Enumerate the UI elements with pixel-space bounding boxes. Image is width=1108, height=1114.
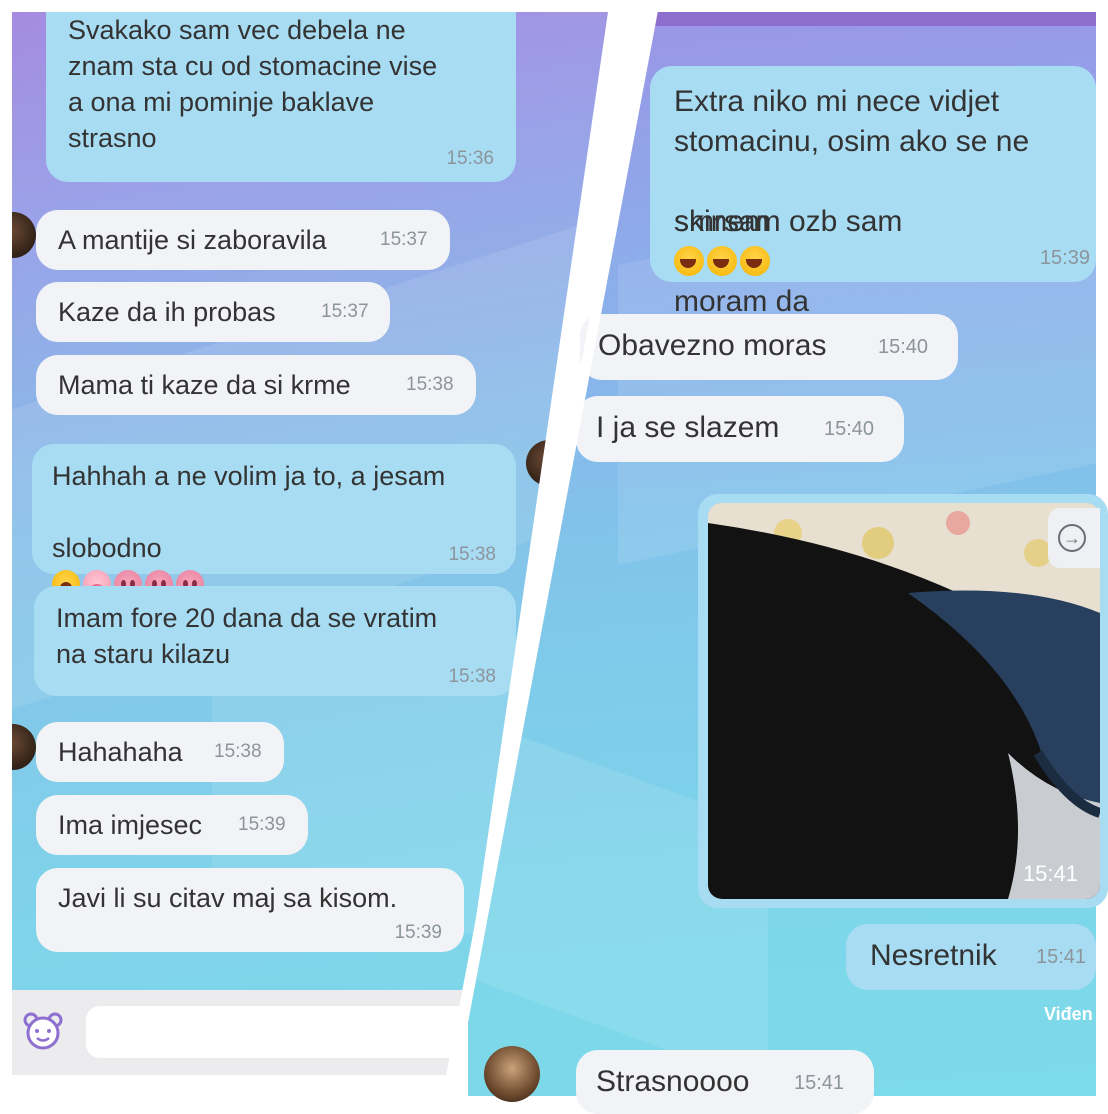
collage-divider — [440, 0, 660, 1108]
